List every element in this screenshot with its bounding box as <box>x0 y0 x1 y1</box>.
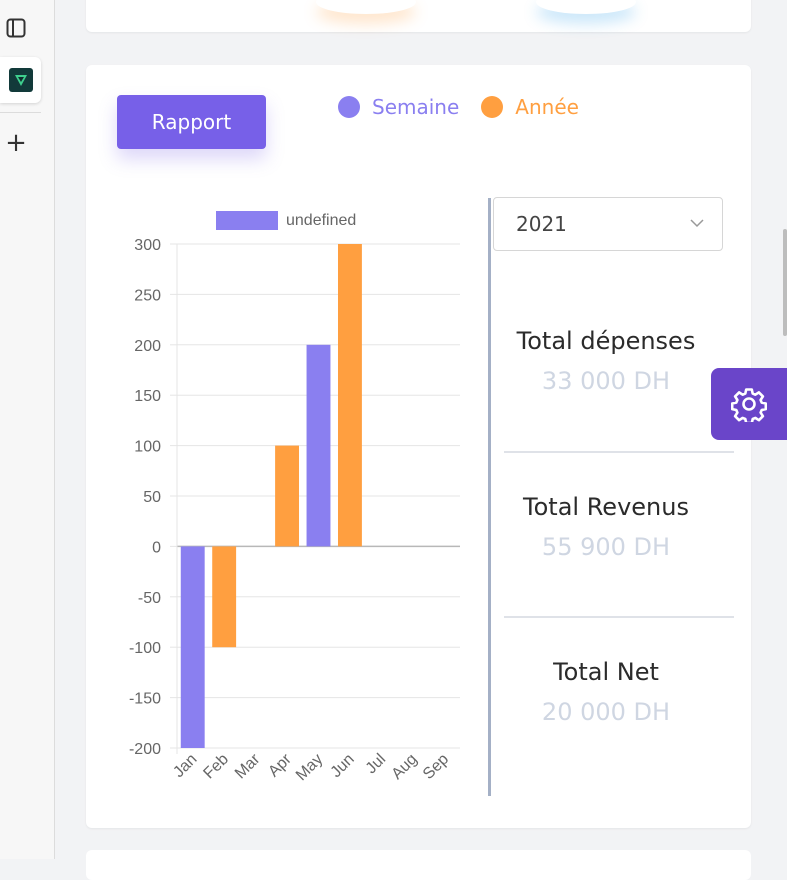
decorative-blob <box>536 0 636 14</box>
y-tick-label: 200 <box>134 338 161 355</box>
legend-dot-semaine <box>338 96 360 118</box>
legend-dot-annee <box>481 96 504 118</box>
app-tile[interactable] <box>0 57 41 103</box>
stat-amount: 20 000 DH <box>541 698 671 726</box>
x-tick-label: Sep <box>420 751 452 783</box>
chart-legend-swatch <box>216 211 278 230</box>
bar-chart: undefined 300 250 200 150 100 50 0 -50 -100 -150 -… <box>129 211 460 784</box>
scrollbar-thumb[interactable] <box>783 229 787 336</box>
y-tick-label: 0 <box>152 539 161 556</box>
stat-divider <box>504 451 734 453</box>
stat-total-net: Total Net 20 000 DH <box>501 658 711 726</box>
y-tick-label: -100 <box>129 640 161 657</box>
bar-feb[interactable] <box>212 546 237 648</box>
y-tick-label: 250 <box>134 287 161 304</box>
report-card: Rapport Semaine Année undefined 300 250 20… <box>86 65 751 828</box>
bar-apr[interactable] <box>275 445 300 547</box>
x-tick-label: Aug <box>389 751 421 783</box>
plus-icon[interactable]: + <box>5 130 27 156</box>
decorative-blob <box>316 0 416 14</box>
bar-may[interactable] <box>306 344 331 547</box>
stat-label: Total Net <box>553 658 659 686</box>
left-sidebar: + <box>0 0 55 859</box>
x-tick-label: Mar <box>232 750 264 782</box>
x-tick-label: Apr <box>265 750 295 780</box>
settings-button[interactable] <box>711 368 787 440</box>
panel-layout-icon[interactable] <box>6 18 26 38</box>
y-tick-label: 100 <box>134 439 161 456</box>
stat-amount: 33 000 DH <box>541 367 671 395</box>
app-logo-icon <box>8 68 33 92</box>
y-tick-label: 300 <box>134 237 161 254</box>
bottom-card <box>86 850 751 880</box>
x-tick-label: Jun <box>328 751 358 781</box>
stat-total-depenses: Total dépenses 33 000 DH <box>501 327 711 395</box>
chart-legend-label: undefined <box>286 212 356 229</box>
period-legend: Semaine Année <box>338 95 601 119</box>
gear-icon <box>731 388 767 422</box>
stat-amount: 55 900 DH <box>541 533 671 561</box>
x-tick-label: Jul <box>363 751 389 777</box>
y-tick-label: -200 <box>129 741 161 758</box>
sidebar-divider <box>0 112 41 113</box>
bar-jan[interactable] <box>180 546 205 748</box>
bar-jun[interactable] <box>337 244 362 547</box>
report-button[interactable]: Rapport <box>117 95 266 149</box>
x-tick-label: Jan <box>170 751 200 781</box>
stat-label: Total Revenus <box>523 493 689 521</box>
chevron-down-icon <box>688 214 706 236</box>
stat-divider <box>504 616 734 618</box>
legend-label-annee: Année <box>515 95 579 119</box>
stat-label: Total dépenses <box>516 327 696 355</box>
year-select[interactable]: 2021 <box>493 197 723 251</box>
y-tick-label: -50 <box>138 590 161 607</box>
y-tick-label: 50 <box>143 489 161 506</box>
legend-item-annee[interactable]: Année <box>481 95 579 119</box>
x-tick-label: May <box>293 751 326 784</box>
y-tick-label: -150 <box>129 691 161 708</box>
y-tick-label: 150 <box>134 388 161 405</box>
stat-total-revenus: Total Revenus 55 900 DH <box>501 493 711 561</box>
vertical-divider <box>488 198 491 796</box>
x-tick-label: Feb <box>200 751 232 783</box>
legend-item-semaine[interactable]: Semaine <box>338 95 459 119</box>
year-select-value: 2021 <box>516 212 567 236</box>
legend-label-semaine: Semaine <box>372 95 460 119</box>
top-card <box>86 0 751 32</box>
